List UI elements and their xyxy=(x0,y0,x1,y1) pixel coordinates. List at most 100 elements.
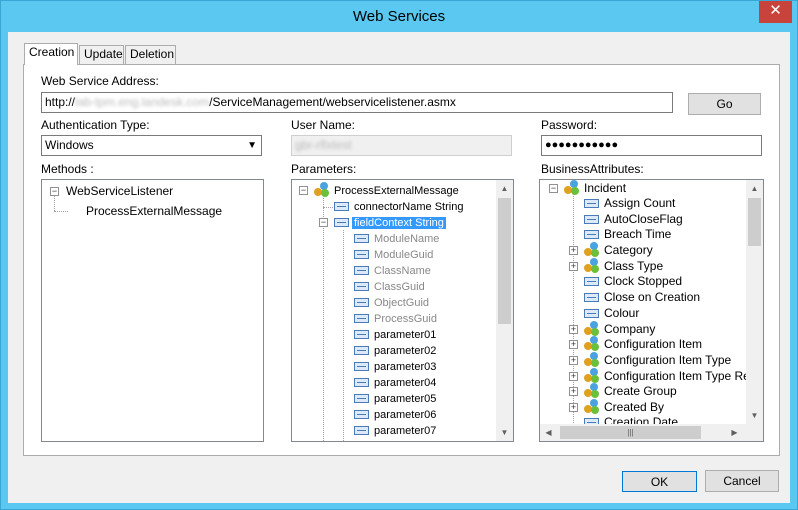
business-attributes-label: BusinessAttributes: xyxy=(541,162,644,176)
field-icon xyxy=(584,215,599,224)
class-icon xyxy=(584,383,600,399)
parameters-scrollbar[interactable]: ▲ ▼ xyxy=(496,180,513,441)
param-connectorname[interactable]: connectorName String xyxy=(354,199,463,215)
field-icon xyxy=(354,394,369,403)
field-icon xyxy=(354,362,369,371)
field-icon xyxy=(584,293,599,302)
param-parameter02[interactable]: parameter02 xyxy=(374,343,436,359)
param-parameter05[interactable]: parameter05 xyxy=(374,391,436,407)
expand-icon[interactable]: + xyxy=(569,372,578,381)
field-icon xyxy=(334,202,349,211)
tab-deletion[interactable]: Deletion xyxy=(125,45,176,64)
methods-tree[interactable]: − WebServiceListener ProcessExternalMess… xyxy=(41,179,264,442)
param-parameter07[interactable]: parameter07 xyxy=(374,423,436,439)
attr-configuration-item-type[interactable]: Configuration Item Type xyxy=(604,352,731,368)
web-services-dialog: Web Services ✕ Creation Update Deletion … xyxy=(0,0,798,510)
scroll-left-icon[interactable]: ◀ xyxy=(540,424,557,441)
scrollbar-thumb[interactable]: ||| xyxy=(560,426,701,439)
field-icon xyxy=(354,346,369,355)
attr-assign-count[interactable]: Assign Count xyxy=(604,195,675,211)
param-parameter01[interactable]: parameter01 xyxy=(374,327,436,343)
scrollbar-thumb[interactable] xyxy=(498,198,511,324)
field-icon xyxy=(354,266,369,275)
attr-close-on-creation[interactable]: Close on Creation xyxy=(604,289,700,305)
expand-icon[interactable]: + xyxy=(569,356,578,365)
business-attributes-tree[interactable]: − Incident Assign Count AutoCloseFlag Br… xyxy=(539,179,764,442)
collapse-icon[interactable]: − xyxy=(319,218,328,227)
dialog-client: Creation Update Deletion Web Service Add… xyxy=(8,32,790,503)
close-icon[interactable]: ✕ xyxy=(759,1,792,23)
attr-autocloseflag[interactable]: AutoCloseFlag xyxy=(604,211,683,227)
param-parameter06[interactable]: parameter06 xyxy=(374,407,436,423)
cancel-button[interactable]: Cancel xyxy=(705,470,779,492)
tree-node-incident[interactable]: Incident xyxy=(584,180,626,196)
scroll-up-icon[interactable]: ▲ xyxy=(746,180,763,197)
auth-type-value: Windows xyxy=(45,138,94,152)
creation-panel: Web Service Address: http://lab-tpm.eng.… xyxy=(23,64,780,456)
password-field[interactable]: ●●●●●●●●●●● xyxy=(541,135,762,156)
tree-node-processexternalmessage[interactable]: ProcessExternalMessage xyxy=(334,183,459,199)
business-vscrollbar[interactable]: ▲ ▼ xyxy=(746,180,763,424)
attr-clock-stopped[interactable]: Clock Stopped xyxy=(604,273,682,289)
tab-update[interactable]: Update xyxy=(79,45,124,64)
expand-icon[interactable]: + xyxy=(569,340,578,349)
collapse-icon[interactable]: − xyxy=(549,184,558,193)
class-icon xyxy=(584,352,600,368)
field-icon xyxy=(354,234,369,243)
attr-creation-date[interactable]: Creation Date xyxy=(604,414,678,424)
attr-create-group[interactable]: Create Group xyxy=(604,383,677,399)
expand-icon[interactable]: + xyxy=(569,262,578,271)
field-icon xyxy=(354,298,369,307)
tree-node-processexternalmessage[interactable]: ProcessExternalMessage xyxy=(86,203,222,219)
field-icon xyxy=(354,282,369,291)
param-classguid[interactable]: ClassGuid xyxy=(374,279,425,295)
expand-icon[interactable]: + xyxy=(569,403,578,412)
username-field[interactable]: gbr-rflxtest xyxy=(291,135,512,156)
tree-line xyxy=(323,198,324,441)
expand-icon[interactable]: + xyxy=(569,325,578,334)
field-icon xyxy=(354,314,369,323)
param-parameter03[interactable]: parameter03 xyxy=(374,359,436,375)
attr-created-by[interactable]: Created By xyxy=(604,399,664,415)
attr-category[interactable]: Category xyxy=(604,242,653,258)
class-icon xyxy=(584,336,600,352)
attr-company[interactable]: Company xyxy=(604,321,655,337)
param-modulename[interactable]: ModuleName xyxy=(374,231,439,247)
param-fieldcontext[interactable]: fieldContext String xyxy=(352,215,446,231)
business-hscrollbar[interactable]: ◀ ||| ▶ xyxy=(540,424,746,441)
scrollbar-thumb[interactable] xyxy=(748,198,761,246)
username-redacted: gbr-rflxtest xyxy=(295,138,352,152)
scroll-up-icon[interactable]: ▲ xyxy=(496,180,513,197)
scroll-down-icon[interactable]: ▼ xyxy=(496,424,513,441)
collapse-icon[interactable]: − xyxy=(299,186,308,195)
attr-configuration-item-type-ref[interactable]: Configuration Item Type Refe xyxy=(604,368,760,384)
param-processguid[interactable]: ProcessGuid xyxy=(374,311,437,327)
attr-breach-time[interactable]: Breach Time xyxy=(604,226,671,242)
param-moduleguid[interactable]: ModuleGuid xyxy=(374,247,433,263)
scroll-right-icon[interactable]: ▶ xyxy=(726,424,743,441)
param-parameter04[interactable]: parameter04 xyxy=(374,375,436,391)
class-icon xyxy=(584,399,600,415)
attr-colour[interactable]: Colour xyxy=(604,305,639,321)
param-classname[interactable]: ClassName xyxy=(374,263,431,279)
tab-creation[interactable]: Creation xyxy=(24,43,78,65)
window-title: Web Services xyxy=(352,8,446,25)
expand-icon[interactable]: + xyxy=(569,246,578,255)
address-path: /ServiceManagement/webservicelistener.as… xyxy=(209,95,456,109)
field-icon xyxy=(354,330,369,339)
param-objectguid[interactable]: ObjectGuid xyxy=(374,295,429,311)
expand-icon[interactable]: + xyxy=(569,387,578,396)
tree-node-webservicelistener[interactable]: WebServiceListener xyxy=(66,183,173,199)
attr-configuration-item[interactable]: Configuration Item xyxy=(604,336,702,352)
auth-type-select[interactable]: Windows ▼ xyxy=(41,135,262,156)
scroll-down-icon[interactable]: ▼ xyxy=(746,407,763,424)
field-icon xyxy=(584,277,599,286)
address-input[interactable]: http://lab-tpm.eng.landesk.com/ServiceMa… xyxy=(41,92,673,113)
username-label: User Name: xyxy=(291,118,356,132)
collapse-icon[interactable]: − xyxy=(50,187,59,196)
go-button[interactable]: Go xyxy=(688,93,761,115)
parameters-tree[interactable]: − ProcessExternalMessage connectorName S… xyxy=(291,179,514,442)
attr-class-type[interactable]: Class Type xyxy=(604,258,663,274)
class-icon xyxy=(584,258,600,274)
ok-button[interactable]: OK xyxy=(622,471,697,492)
